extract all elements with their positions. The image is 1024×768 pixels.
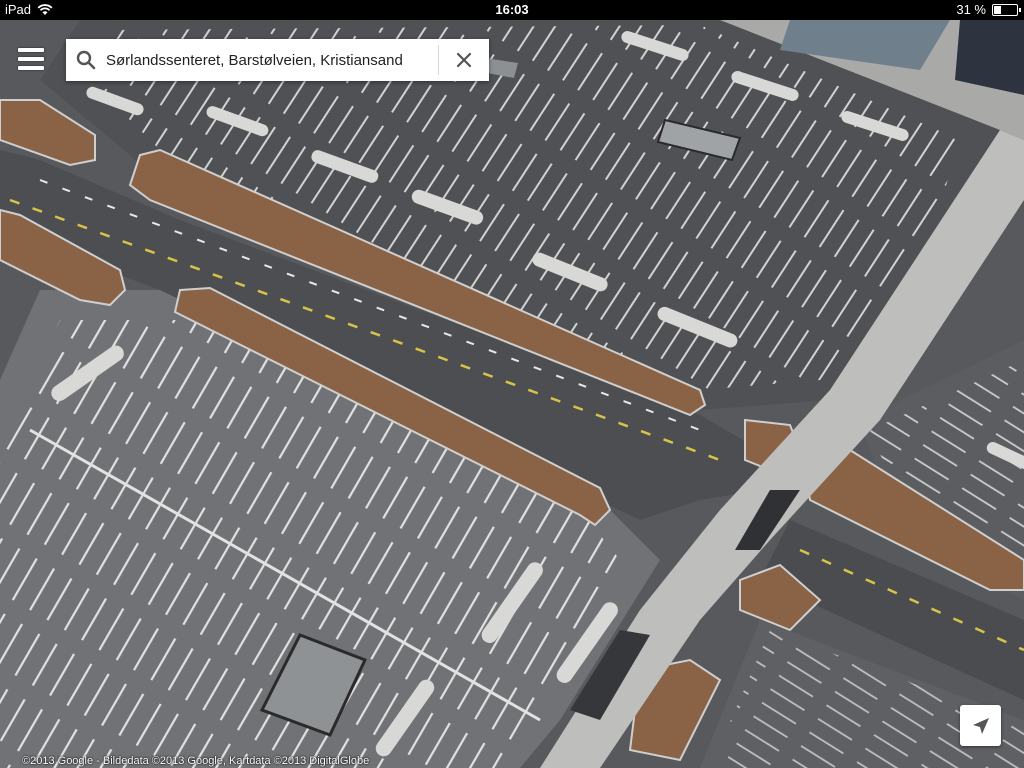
menu-bar [18, 57, 44, 61]
status-bar: iPad 16:03 31 % [0, 0, 1024, 20]
satellite-map[interactable] [0, 20, 1024, 768]
menu-bar [18, 48, 44, 52]
close-icon[interactable] [439, 39, 489, 81]
battery-fill [994, 5, 1001, 14]
location-arrow-icon[interactable] [960, 705, 1001, 746]
battery-percent: 31 % [956, 2, 986, 17]
battery-icon [992, 3, 1021, 16]
status-time: 16:03 [495, 2, 529, 17]
search-icon [66, 39, 106, 81]
search-input[interactable]: Sørlandssenteret, Barstølveien, Kristian… [106, 52, 438, 69]
menu-bar [18, 66, 44, 70]
hamburger-menu-icon[interactable] [14, 44, 48, 74]
map-copyright: ©2013 Google - Bildedata ©2013 Google, K… [22, 755, 370, 767]
search-box[interactable]: Sørlandssenteret, Barstølveien, Kristian… [66, 39, 489, 81]
status-right: 31 % [956, 2, 1021, 17]
map-canvas[interactable] [0, 20, 1024, 768]
